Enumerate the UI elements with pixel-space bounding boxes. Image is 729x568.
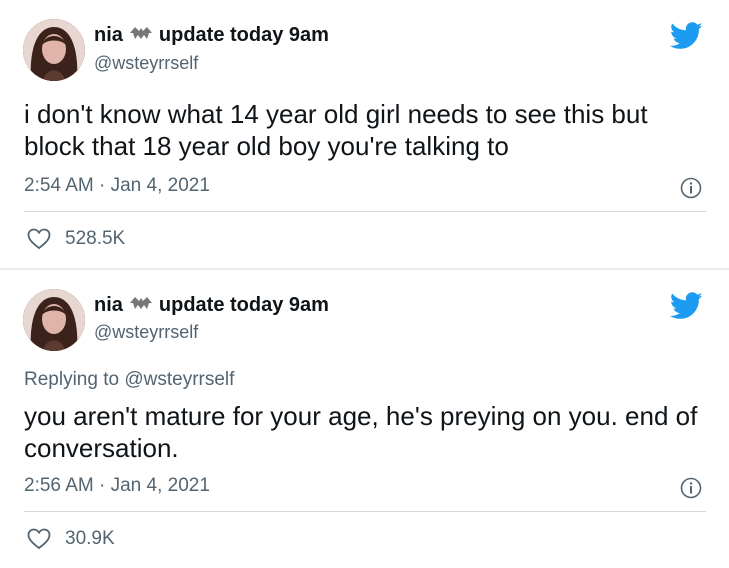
divider bbox=[24, 511, 706, 512]
bat-emoji-icon bbox=[129, 294, 152, 317]
tweet-timestamp[interactable]: 2:56 AM · Jan 4, 2021 bbox=[24, 475, 210, 497]
divider bbox=[24, 211, 706, 212]
avatar[interactable] bbox=[23, 289, 85, 351]
replying-mention[interactable]: @wsteyrrself bbox=[124, 369, 234, 390]
name-suffix: update today 9am bbox=[158, 24, 329, 46]
name-suffix: update today 9am bbox=[158, 294, 329, 316]
bat-emoji-icon bbox=[129, 24, 152, 47]
tweet-timestamp[interactable]: 2:54 AM · Jan 4, 2021 bbox=[24, 175, 210, 197]
author-name[interactable]: nia update today 9am bbox=[94, 294, 329, 317]
info-icon[interactable] bbox=[680, 177, 702, 199]
tweet-text: i don't know what 14 year old girl needs… bbox=[24, 99, 648, 161]
like-count: 30.9K bbox=[65, 528, 115, 549]
like-count: 528.5K bbox=[65, 228, 126, 249]
like-button[interactable]: 528.5K bbox=[27, 228, 125, 250]
display-name[interactable]: nia bbox=[94, 294, 123, 317]
heart-icon bbox=[27, 228, 51, 250]
author-handle[interactable]: @wsteyrrself bbox=[94, 322, 198, 343]
info-icon[interactable] bbox=[680, 477, 702, 499]
author-name[interactable]: nia update today 9am bbox=[94, 24, 329, 47]
twitter-bird-icon[interactable] bbox=[670, 22, 703, 50]
avatar[interactable] bbox=[23, 19, 85, 81]
tweet-card[interactable]: nia update today 9am @wsteyrrself i don'… bbox=[0, 0, 729, 268]
display-name[interactable]: nia bbox=[94, 24, 123, 47]
twitter-bird-icon[interactable] bbox=[670, 292, 703, 320]
heart-icon bbox=[27, 528, 51, 550]
replying-to: Replying to @wsteyrrself bbox=[24, 369, 234, 391]
author-handle[interactable]: @wsteyrrself bbox=[94, 53, 198, 74]
like-button[interactable]: 30.9K bbox=[27, 528, 115, 550]
replying-label: Replying to bbox=[24, 369, 120, 390]
tweet-text: you aren't mature for your age, he's pre… bbox=[24, 401, 698, 463]
tweet-card[interactable]: nia update today 9am @wsteyrrself Replyi… bbox=[0, 270, 729, 568]
